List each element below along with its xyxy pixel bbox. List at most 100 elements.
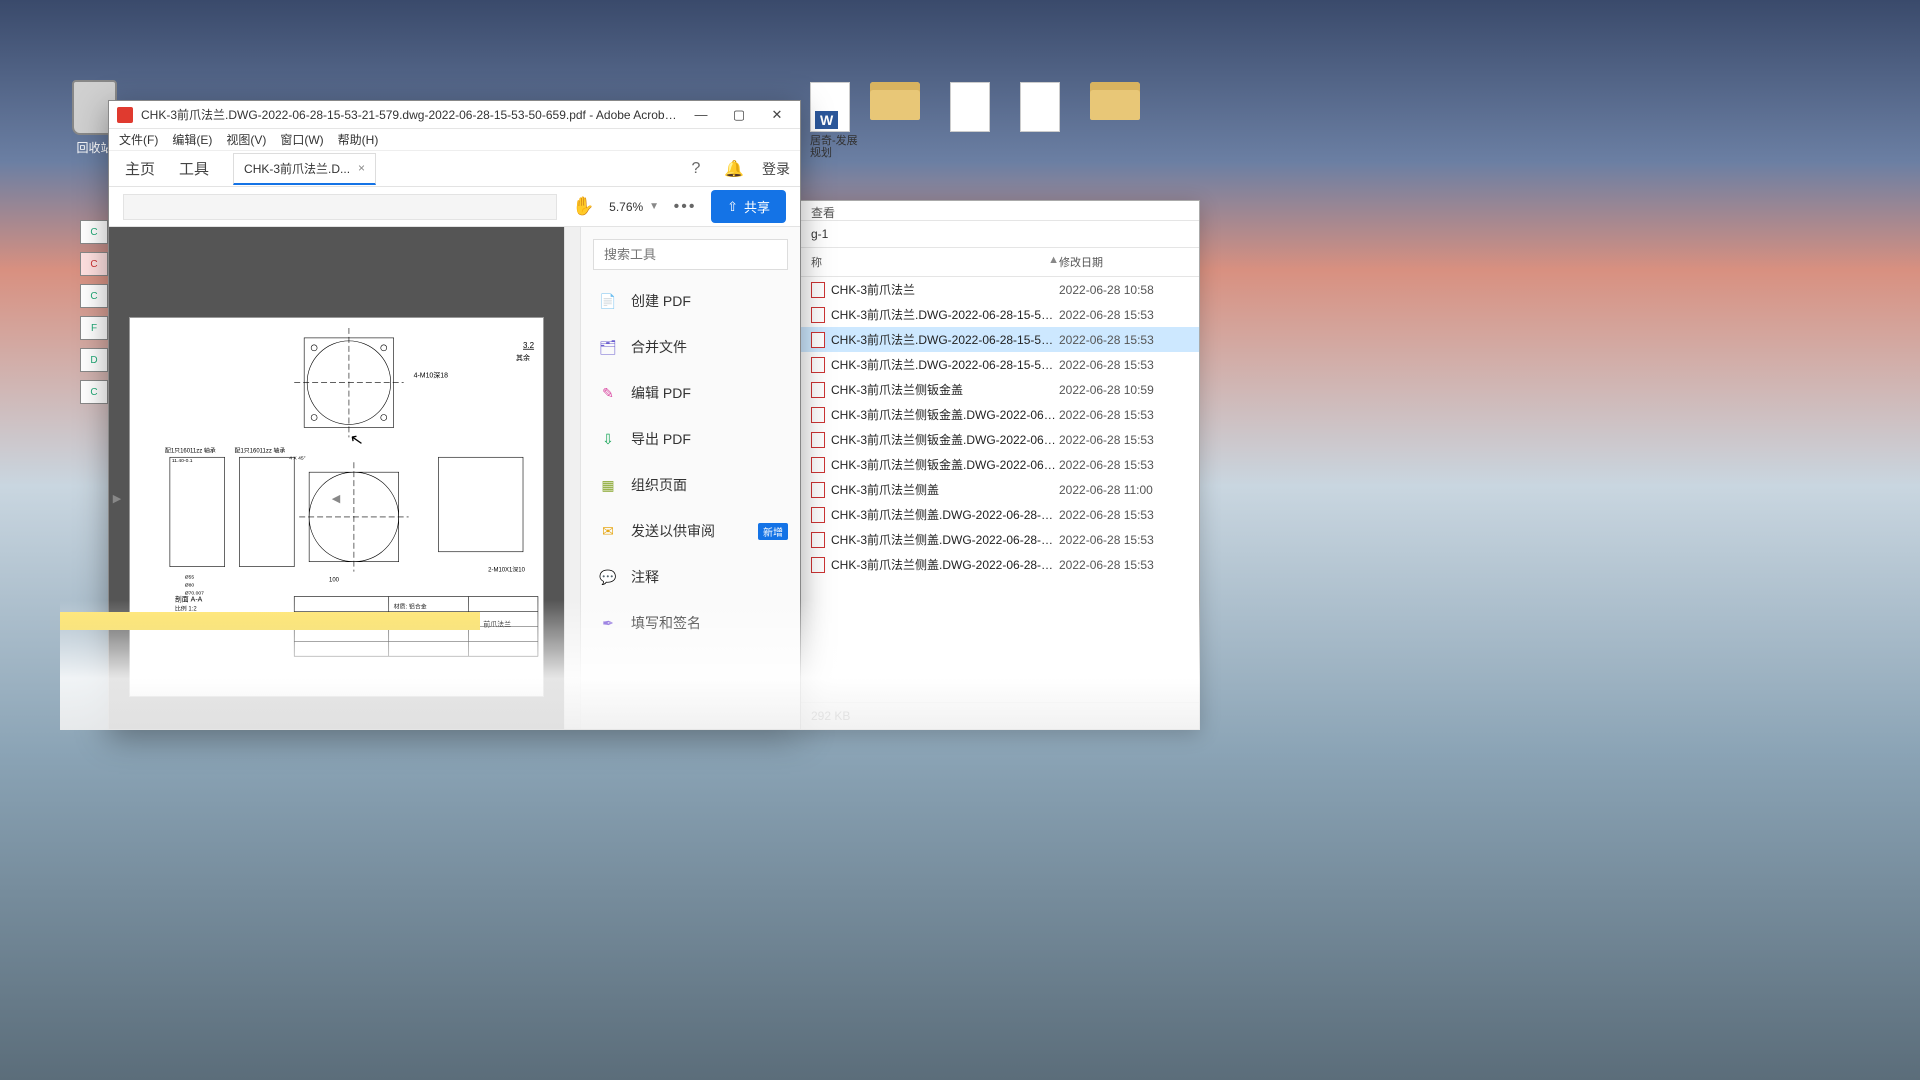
svg-text:4 X 45°: 4 X 45° xyxy=(289,455,305,461)
tools-search xyxy=(593,239,788,270)
tool-send[interactable]: ✉发送以供审阅新增 xyxy=(581,508,800,554)
pdf-file-icon xyxy=(811,382,825,398)
file-icon[interactable] xyxy=(950,82,990,132)
new-badge: 新增 xyxy=(758,523,788,540)
zoom-value: 5.76% xyxy=(609,200,643,214)
tool-export[interactable]: ⇩导出 PDF xyxy=(581,416,800,462)
tool-edit[interactable]: ✎编辑 PDF xyxy=(581,370,800,416)
file-row[interactable]: CHK-3前爪法兰侧钣金盖.DWG-2022-06-28-...2022-06-… xyxy=(801,452,1199,477)
file-date: 2022-06-28 10:59 xyxy=(1059,383,1189,397)
tabbar: 主页 工具 CHK-3前爪法兰.D... × ? 🔔 登录 xyxy=(109,151,800,187)
pdf-file-icon xyxy=(811,507,825,523)
file-row[interactable]: CHK-3前爪法兰侧钣金盖.DWG-2022-06-28-...2022-06-… xyxy=(801,427,1199,452)
tool-organize[interactable]: ▦组织页面 xyxy=(581,462,800,508)
file-row[interactable]: CHK-3前爪法兰侧盖.DWG-2022-06-28-15-5...2022-0… xyxy=(801,527,1199,552)
file-icon[interactable] xyxy=(1020,82,1060,132)
file-row[interactable]: CHK-3前爪法兰侧盖2022-06-28 11:00 xyxy=(801,477,1199,502)
tab-close-icon[interactable]: × xyxy=(358,161,365,175)
file-date: 2022-06-28 10:58 xyxy=(1059,283,1189,297)
nav-right-icon[interactable]: ◀ xyxy=(330,478,342,518)
sign-in-button[interactable]: 登录 xyxy=(762,159,790,179)
help-icon[interactable]: ? xyxy=(686,159,706,179)
explorer-columns: 称 ▲ 修改日期 xyxy=(801,248,1199,277)
file-date: 2022-06-28 15:53 xyxy=(1059,433,1189,447)
tool-sign[interactable]: ✒填写和签名 xyxy=(581,600,800,646)
tool-combine[interactable]: 🗂合并文件 xyxy=(581,324,800,370)
pdf-file-icon xyxy=(811,432,825,448)
scrollbar[interactable] xyxy=(564,227,580,729)
file-name: CHK-3前爪法兰侧钣金盖 xyxy=(831,381,1059,398)
tool-label: 合并文件 xyxy=(631,337,687,357)
file-explorer: 查看 g-1 称 ▲ 修改日期 CHK-3前爪法兰2022-06-28 10:5… xyxy=(800,200,1200,730)
sign-icon: ✒ xyxy=(597,612,619,634)
file-name: CHK-3前爪法兰侧钣金盖.DWG-2022-06-28-... xyxy=(831,456,1059,473)
explorer-address[interactable]: g-1 xyxy=(801,221,1199,248)
svg-text:其余: 其余 xyxy=(516,353,530,362)
pdf-file-icon xyxy=(811,357,825,373)
share-label: 共享 xyxy=(744,197,770,216)
close-button[interactable]: ✕ xyxy=(762,107,792,123)
menu-window[interactable]: 窗口(W) xyxy=(280,131,323,148)
menu-file[interactable]: 文件(F) xyxy=(119,131,158,148)
file-row[interactable]: CHK-3前爪法兰侧盖.DWG-2022-06-28-15-5...2022-0… xyxy=(801,502,1199,527)
page-view[interactable]: ▶ 4-M10深18 3.2 其余 xyxy=(109,227,564,729)
tool-comment[interactable]: 💬 注释 xyxy=(581,554,800,600)
file-date: 2022-06-28 11:00 xyxy=(1059,483,1189,497)
svg-text:前爪法兰: 前爪法兰 xyxy=(483,619,511,628)
minimize-button[interactable]: — xyxy=(686,107,716,122)
file-date: 2022-06-28 15:53 xyxy=(1059,533,1189,547)
file-row[interactable]: CHK-3前爪法兰2022-06-28 10:58 xyxy=(801,277,1199,302)
maximize-button[interactable]: ▢ xyxy=(724,107,754,123)
file-row[interactable]: CHK-3前爪法兰侧钣金盖.DWG-2022-06-28-...2022-06-… xyxy=(801,402,1199,427)
file-date: 2022-06-28 15:53 xyxy=(1059,308,1189,322)
tool-create[interactable]: 📄创建 PDF xyxy=(581,278,800,324)
svg-text:配1只16011zz 轴承: 配1只16011zz 轴承 xyxy=(165,446,216,454)
file-row[interactable]: CHK-3前爪法兰.DWG-2022-06-28-15-53-5...2022-… xyxy=(801,352,1199,377)
titlebar[interactable]: CHK-3前爪法兰.DWG-2022-06-28-15-53-21-579.dw… xyxy=(109,101,800,129)
share-icon: ⇧ xyxy=(727,199,738,215)
tool-label: 导出 PDF xyxy=(631,429,691,449)
zoom-dropdown[interactable]: 5.76% ▼ xyxy=(609,200,659,214)
file-name: CHK-3前爪法兰侧盖.DWG-2022-06-28-15-5... xyxy=(831,506,1059,523)
pdf-file-icon xyxy=(811,407,825,423)
file-row[interactable]: CHK-3前爪法兰.DWG-2022-06-28-15-53-2...2022-… xyxy=(801,327,1199,352)
folder-icon[interactable] xyxy=(1090,82,1140,120)
share-button[interactable]: ⇧ 共享 xyxy=(711,190,786,223)
pdf-file-icon xyxy=(811,282,825,298)
highlight-bar xyxy=(60,612,480,630)
bell-icon[interactable]: 🔔 xyxy=(724,159,744,179)
file-name: CHK-3前爪法兰.DWG-2022-06-28-15-53-2... xyxy=(831,306,1059,323)
nav-left-icon[interactable]: ▶ xyxy=(111,478,123,518)
file-row[interactable]: CHK-3前爪法兰.DWG-2022-06-28-15-53-2...2022-… xyxy=(801,302,1199,327)
file-date: 2022-06-28 15:53 xyxy=(1059,508,1189,522)
tab-tools[interactable]: 工具 xyxy=(173,152,215,185)
explorer-tree-fragment: C C C F D C xyxy=(80,220,108,404)
file-name: CHK-3前爪法兰侧盖.DWG-2022-06-28-15-5... xyxy=(831,556,1059,573)
svg-text:2-M10X1深10: 2-M10X1深10 xyxy=(488,566,525,574)
explorer-view-menu[interactable]: 查看 xyxy=(811,206,835,220)
menu-edit[interactable]: 编辑(E) xyxy=(172,131,212,148)
tab-document[interactable]: CHK-3前爪法兰.D... × xyxy=(233,153,376,185)
file-row[interactable]: CHK-3前爪法兰侧钣金盖2022-06-28 10:59 xyxy=(801,377,1199,402)
svg-text:4-M10深18: 4-M10深18 xyxy=(414,371,449,380)
tool-label: 注释 xyxy=(631,567,659,587)
word-doc-icon[interactable] xyxy=(810,82,850,132)
svg-text:Ø55: Ø55 xyxy=(185,575,195,581)
col-date[interactable]: 修改日期 xyxy=(1059,254,1189,270)
search-input[interactable] xyxy=(593,239,788,270)
col-name[interactable]: 称 xyxy=(811,254,1048,270)
tool-label: 组织页面 xyxy=(631,475,687,495)
toolbar-left-blank xyxy=(123,194,557,220)
tab-home[interactable]: 主页 xyxy=(119,152,161,185)
file-date: 2022-06-28 15:53 xyxy=(1059,408,1189,422)
menu-view[interactable]: 视图(V) xyxy=(226,131,266,148)
comment-icon: 💬 xyxy=(597,566,619,588)
file-date: 2022-06-28 15:53 xyxy=(1059,558,1189,572)
menu-help[interactable]: 帮助(H) xyxy=(338,131,379,148)
folder-icon[interactable] xyxy=(870,82,920,120)
hand-tool-icon[interactable]: ✋ xyxy=(573,197,593,217)
more-icon[interactable]: ••• xyxy=(675,197,695,217)
svg-text:Ø80: Ø80 xyxy=(185,583,195,589)
file-row[interactable]: CHK-3前爪法兰侧盖.DWG-2022-06-28-15-5...2022-0… xyxy=(801,552,1199,577)
file-date: 2022-06-28 15:53 xyxy=(1059,358,1189,372)
